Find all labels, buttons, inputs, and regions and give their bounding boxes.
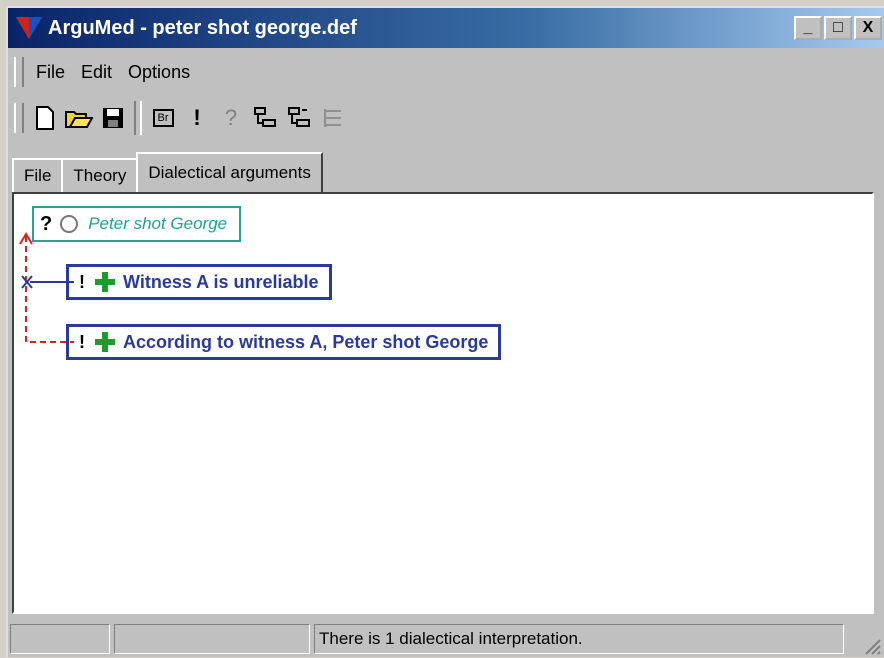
resize-grip-icon[interactable] bbox=[862, 636, 882, 656]
open-circle-icon bbox=[60, 215, 79, 233]
status-bar: There is 1 dialectical interpretation. bbox=[8, 620, 884, 658]
question-icon: ? bbox=[224, 105, 238, 130]
tab-dialectical-arguments[interactable]: Dialectical arguments bbox=[136, 152, 323, 192]
tree-expand-button[interactable] bbox=[282, 101, 316, 135]
br-icon: Br bbox=[152, 109, 174, 127]
close-button[interactable]: X bbox=[854, 16, 882, 40]
argument-node-witness-unreliable[interactable]: ! Witness A is unreliable bbox=[66, 264, 332, 300]
issue-label: Peter shot George bbox=[88, 214, 228, 233]
plus-icon bbox=[95, 272, 115, 292]
status-panel-1 bbox=[10, 624, 110, 654]
save-disk-icon bbox=[103, 108, 123, 128]
menu-bar: File Edit Options bbox=[8, 52, 884, 92]
new-file-icon bbox=[36, 106, 54, 130]
exclaim-button[interactable]: ! bbox=[180, 101, 214, 135]
toolbar-separator bbox=[134, 101, 142, 135]
issue-node[interactable]: ? Peter shot George bbox=[32, 206, 242, 242]
status-panel-2 bbox=[114, 624, 310, 654]
open-file-button[interactable] bbox=[62, 101, 96, 135]
toolbar: Br ! ? bbox=[8, 96, 884, 140]
argumed-logo-icon bbox=[16, 17, 42, 39]
title-bar[interactable]: ArguMed - peter shot george.def _ □ X bbox=[8, 8, 884, 48]
question-marker: ? bbox=[40, 212, 53, 235]
argument-label: According to witness A, Peter shot Georg… bbox=[123, 331, 489, 352]
argument-label: Witness A is unreliable bbox=[123, 271, 319, 292]
menu-file[interactable]: File bbox=[36, 62, 65, 83]
tab-file[interactable]: File bbox=[12, 158, 64, 192]
maximize-button[interactable]: □ bbox=[824, 16, 852, 40]
tree-list-button[interactable] bbox=[316, 101, 350, 135]
tree-icon bbox=[254, 107, 276, 127]
menu-edit[interactable]: Edit bbox=[81, 62, 112, 83]
question-button[interactable]: ? bbox=[214, 101, 248, 135]
save-button[interactable] bbox=[96, 101, 130, 135]
exclaim-marker: ! bbox=[79, 271, 85, 292]
exclaim-marker: ! bbox=[79, 331, 85, 352]
open-folder-icon bbox=[65, 111, 93, 128]
window-title: ArguMed - peter shot george.def bbox=[48, 16, 357, 39]
minimize-button[interactable]: _ bbox=[794, 16, 822, 40]
app-window: ArguMed - peter shot george.def _ □ X Fi… bbox=[6, 6, 884, 657]
br-button[interactable]: Br bbox=[146, 101, 180, 135]
menu-grip[interactable] bbox=[14, 57, 24, 87]
menu-options[interactable]: Options bbox=[128, 62, 190, 83]
tab-strip: File Theory Dialectical arguments bbox=[12, 148, 323, 192]
tree-collapse-button[interactable] bbox=[248, 101, 282, 135]
argument-node-according-to-witness[interactable]: ! According to witness A, Peter shot Geo… bbox=[66, 324, 502, 360]
status-message: There is 1 dialectical interpretation. bbox=[314, 624, 844, 654]
tab-theory[interactable]: Theory bbox=[61, 158, 139, 192]
list-icon bbox=[324, 109, 341, 127]
exclaim-icon: ! bbox=[193, 105, 201, 130]
toolbar-grip[interactable] bbox=[14, 103, 24, 133]
new-file-button[interactable] bbox=[28, 101, 62, 135]
tree-expand-icon bbox=[288, 107, 310, 127]
plus-icon bbox=[95, 332, 115, 352]
argument-canvas[interactable]: ? Peter shot George ! Witness A is unrel… bbox=[12, 192, 874, 614]
